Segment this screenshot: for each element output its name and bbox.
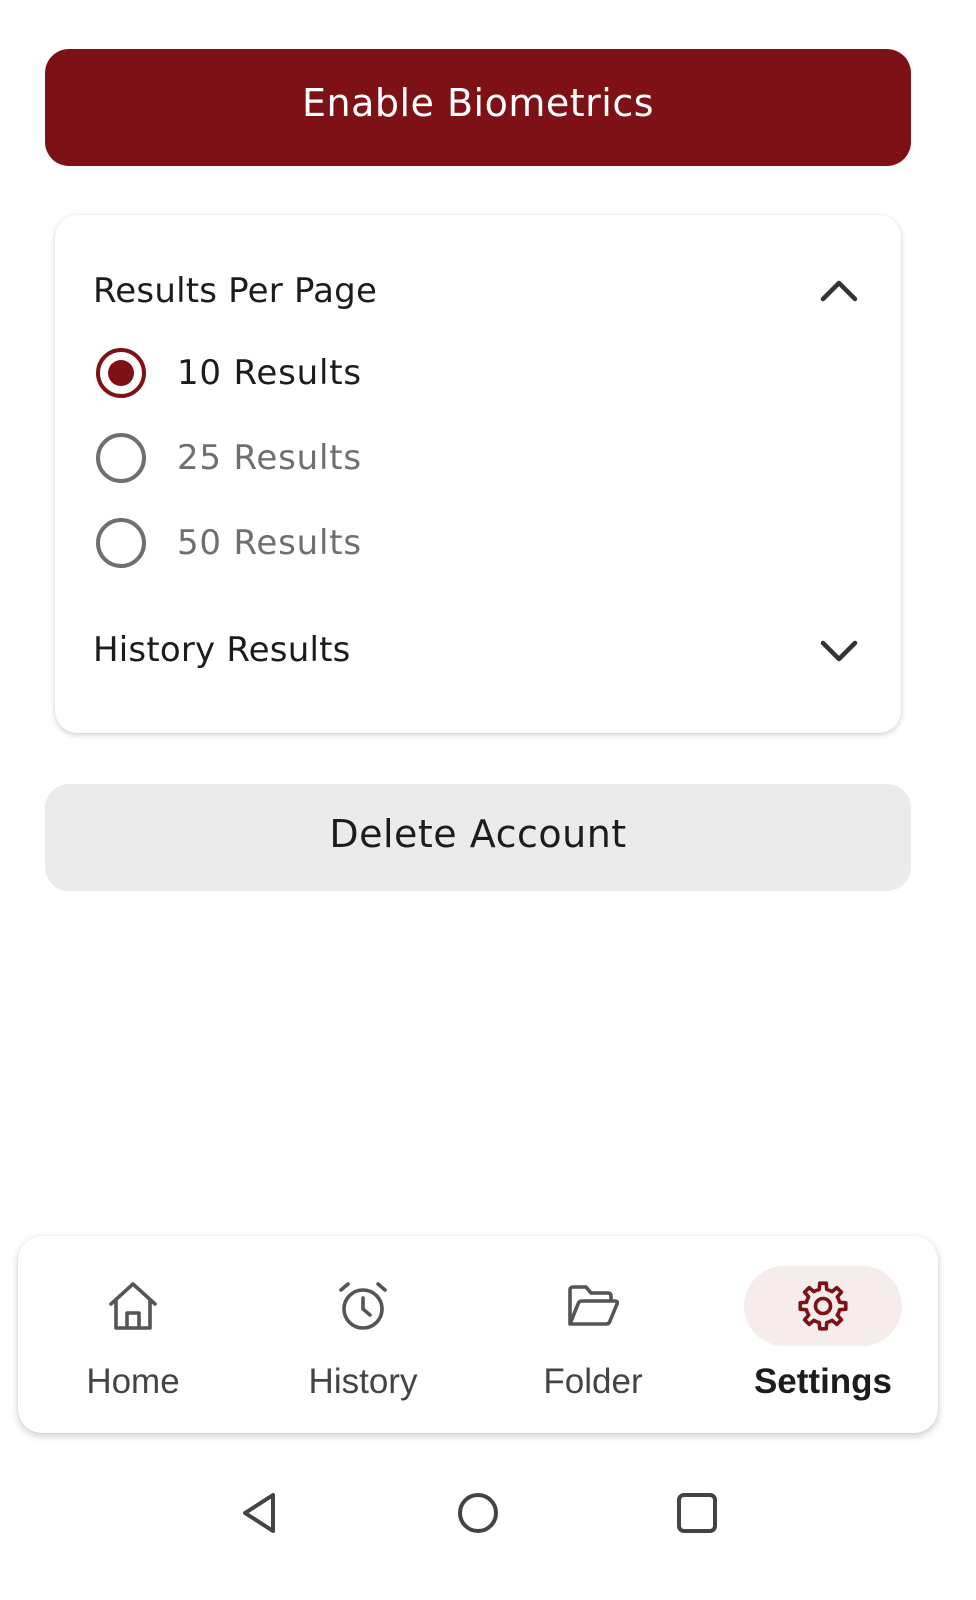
home-icon bbox=[54, 1266, 212, 1346]
radio-label-50-results: 50 Results bbox=[177, 523, 362, 563]
folder-open-icon bbox=[514, 1266, 672, 1346]
nav-label-folder: Folder bbox=[543, 1362, 643, 1401]
radio-unselected-icon bbox=[96, 433, 146, 483]
home-circle-icon[interactable] bbox=[453, 1488, 503, 1538]
radio-label-25-results: 25 Results bbox=[177, 438, 362, 478]
nav-label-home: Home bbox=[86, 1362, 180, 1401]
bottom-navigation: Home History Folder Settings bbox=[18, 1236, 938, 1433]
results-per-page-header[interactable]: Results Per Page bbox=[93, 261, 863, 321]
chevron-down-icon bbox=[815, 626, 863, 674]
nav-label-history: History bbox=[308, 1362, 418, 1401]
history-results-title: History Results bbox=[93, 630, 351, 670]
radio-label-10-results: 10 Results bbox=[177, 353, 362, 393]
nav-item-history[interactable]: History bbox=[248, 1236, 478, 1433]
chevron-up-icon bbox=[815, 267, 863, 315]
radio-unselected-icon bbox=[96, 518, 146, 568]
alarm-clock-icon bbox=[284, 1266, 442, 1346]
radio-selected-icon bbox=[96, 348, 146, 398]
radio-option-50-results[interactable]: 50 Results bbox=[95, 513, 515, 573]
nav-item-home[interactable]: Home bbox=[18, 1236, 248, 1433]
radio-option-25-results[interactable]: 25 Results bbox=[95, 428, 515, 488]
delete-account-label: Delete Account bbox=[329, 811, 627, 856]
nav-item-folder[interactable]: Folder bbox=[478, 1236, 708, 1433]
results-per-page-title: Results Per Page bbox=[93, 271, 378, 311]
gear-icon bbox=[744, 1266, 902, 1346]
back-triangle-icon[interactable] bbox=[235, 1488, 285, 1538]
delete-account-button[interactable]: Delete Account bbox=[45, 784, 911, 891]
recents-square-icon[interactable] bbox=[672, 1488, 722, 1538]
nav-item-settings[interactable]: Settings bbox=[708, 1236, 938, 1433]
enable-biometrics-label: Enable Biometrics bbox=[301, 80, 655, 125]
history-results-header[interactable]: History Results bbox=[93, 620, 863, 680]
nav-label-settings: Settings bbox=[753, 1362, 893, 1401]
radio-option-10-results[interactable]: 10 Results bbox=[95, 343, 515, 403]
enable-biometrics-button[interactable]: Enable Biometrics bbox=[45, 49, 911, 166]
settings-card: Results Per Page 10 Results 25 Results 5… bbox=[55, 215, 901, 733]
